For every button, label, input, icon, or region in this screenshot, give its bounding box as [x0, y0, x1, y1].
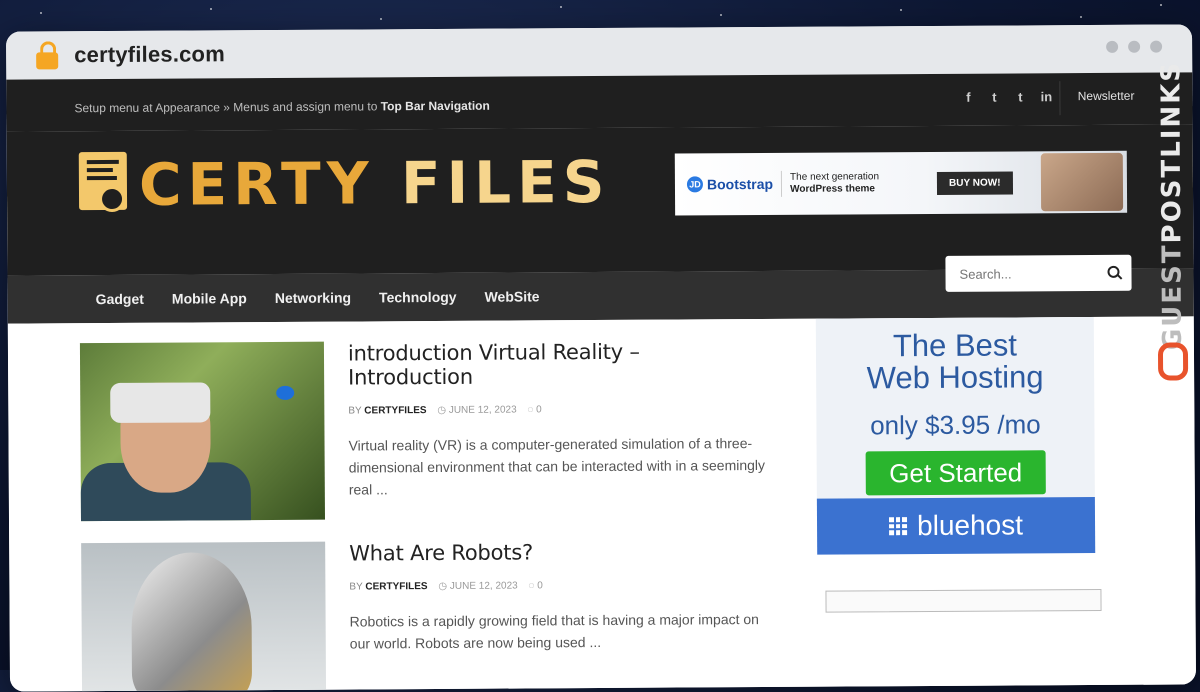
twitter-icon[interactable]: t [988, 90, 1000, 105]
post-by-label: BY [348, 405, 362, 417]
bluehost-brand-text: bluehost [917, 509, 1024, 542]
tumblr-icon[interactable]: t [1014, 89, 1026, 104]
menu-note-text: Setup menu at Appearance » Menus and ass… [74, 99, 381, 116]
post-comments[interactable]: ◌ 0 [528, 580, 542, 591]
link-icon [1157, 342, 1189, 381]
browser-window: certyfiles.com Setup menu at Appearance … [6, 24, 1197, 692]
menu-setup-note: Setup menu at Appearance » Menus and ass… [74, 99, 489, 116]
post-comments[interactable]: ◌ 0 [527, 404, 541, 415]
top-bar: Setup menu at Appearance » Menus and ass… [6, 72, 1193, 132]
post-author[interactable]: CERTYFILES [365, 581, 427, 592]
main-navigation: Gadget Mobile App Networking Technology … [7, 254, 1194, 324]
bluehost-logo[interactable]: bluehost [816, 496, 1096, 555]
post-excerpt: Robotics is a rapidly growing field that… [349, 611, 759, 652]
nav-item-website[interactable]: WebSite [485, 288, 540, 304]
post-thumbnail-robot[interactable] [81, 541, 327, 692]
ad-headline-line2: Web Hosting [866, 359, 1044, 396]
post-date-text: JUNE 12, 2023 [449, 580, 518, 592]
search-input[interactable] [957, 264, 1102, 283]
window-dot-icon[interactable] [1106, 40, 1119, 53]
post-author[interactable]: CERTYFILES [364, 405, 426, 416]
search-box [945, 254, 1132, 292]
banner-tagline: The next generation WordPress theme [790, 171, 879, 196]
banner-tagline-line2: WordPress theme [790, 183, 875, 195]
comment-count: 0 [536, 404, 542, 416]
post-card: What Are Robots? BY CERTYFILES ◷ JUNE 12… [81, 539, 781, 692]
bootstrap-brand-text: Bootstrap [706, 175, 774, 193]
newsletter-link[interactable]: Newsletter [1078, 89, 1135, 103]
logo-text: CERTY FILES [139, 148, 611, 219]
watermark-part1: GUEST [1157, 243, 1188, 351]
website: Setup menu at Appearance » Menus and ass… [6, 72, 1197, 692]
site-logo[interactable]: CERTY FILES [78, 148, 611, 219]
banner-tagline-line1: The next generation [790, 171, 880, 183]
banner-photo [1040, 152, 1124, 212]
buy-now-button[interactable]: BUY NOW! [936, 170, 1013, 195]
post-meta: BY CERTYFILES ◷ JUNE 12, 2023 ◌ 0 [348, 403, 768, 417]
lock-icon [36, 41, 59, 70]
watermark-text: GUESTPOSTLINKS [1156, 60, 1188, 350]
certificate-icon [78, 151, 131, 218]
window-controls [1106, 40, 1163, 53]
nav-item-mobile-app[interactable]: Mobile App [172, 290, 247, 306]
divider [781, 170, 783, 197]
post-date: ◷ JUNE 12, 2023 [437, 404, 517, 416]
browser-address-bar: certyfiles.com [6, 24, 1193, 80]
ad-price: only $3.95 /mo [870, 409, 1041, 441]
nav-item-networking[interactable]: Networking [275, 290, 351, 306]
post-excerpt: Virtual reality (VR) is a computer-gener… [348, 435, 766, 498]
main-content: introduction Virtual Reality – Introduct… [7, 316, 1197, 692]
bootstrap-banner-ad[interactable]: JD Bootstrap The next generation WordPre… [674, 150, 1128, 216]
nav-item-gadget[interactable]: Gadget [96, 291, 144, 307]
url-text[interactable]: certyfiles.com [74, 41, 225, 68]
ad-headline-line1: The Best [892, 327, 1018, 364]
social-links: f t t in [962, 89, 1052, 105]
logo-text-certy: CERTY [138, 149, 375, 219]
post-meta: BY CERTYFILES ◷ JUNE 12, 2023 ◌ 0 [349, 579, 769, 593]
site-header: CERTY FILES JD Bootstrap The next genera… [6, 124, 1194, 276]
post-title[interactable]: introduction Virtual Reality – Introduct… [348, 339, 768, 390]
post-title[interactable]: What Are Robots? [349, 539, 769, 565]
post-card: introduction Virtual Reality – Introduct… [79, 339, 780, 522]
post-by-label: BY [349, 581, 363, 593]
nav-item-technology[interactable]: Technology [379, 289, 457, 305]
divider [1059, 81, 1061, 116]
window-dot-icon[interactable] [1128, 40, 1141, 53]
watermark-part2: POSTLINKS [1156, 60, 1188, 244]
post-date-text: JUNE 12, 2023 [448, 404, 517, 416]
search-icon[interactable] [1105, 264, 1123, 282]
bluehost-grid-icon [889, 517, 908, 536]
get-started-button[interactable]: Get Started [865, 450, 1046, 496]
linkedin-icon[interactable]: in [1040, 89, 1053, 104]
guestpostlinks-watermark: GUESTPOSTLINKS [1154, 61, 1189, 381]
facebook-icon[interactable]: f [962, 90, 974, 105]
post-thumbnail-vr[interactable] [79, 341, 325, 522]
comment-count: 0 [537, 580, 543, 592]
broken-image-ad[interactable] [825, 588, 1102, 613]
ad-headline: The Best Web Hosting [816, 327, 1094, 396]
bootstrap-badge-icon: JD [686, 176, 704, 193]
logo-text-files: FILES [400, 147, 611, 218]
post-date: ◷ JUNE 12, 2023 [438, 580, 518, 592]
bootstrap-logo: JD Bootstrap [686, 175, 774, 193]
window-dot-icon[interactable] [1150, 40, 1163, 53]
menu-note-link: Top Bar Navigation [380, 98, 490, 114]
